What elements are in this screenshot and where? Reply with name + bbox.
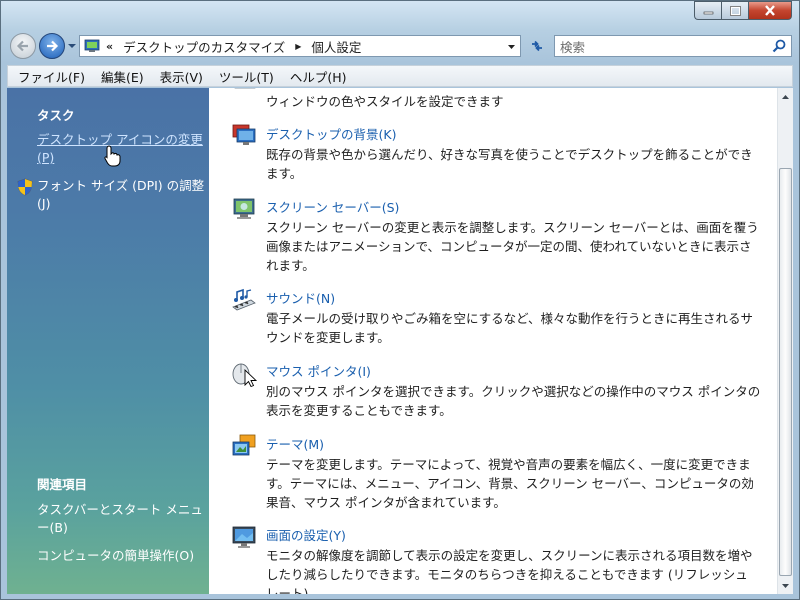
related-heading: 関連項目 (37, 477, 88, 492)
refresh-button[interactable] (525, 35, 549, 57)
scroll-up-arrow-icon (782, 94, 789, 99)
address-overflow-chevron[interactable]: « (106, 40, 113, 53)
menu-bar: ファイル(F) 編集(E) 表示(V) ツール(T) ヘルプ(H) (7, 65, 793, 87)
scroll-down-arrow-icon (782, 583, 789, 588)
taskbar-start-menu-link[interactable]: タスクバーとスタート メニュー(B) (37, 501, 205, 537)
search-placeholder: 検索 (560, 39, 586, 55)
vertical-scrollbar[interactable] (777, 88, 793, 594)
sound-icon[interactable] (231, 288, 257, 314)
mouse-pointer-description: 別のマウス ポインタを選択できます。クリックや選択などの操作中のマウス ポインタ… (266, 384, 761, 418)
desktop-background-icon[interactable] (231, 124, 257, 150)
close-button[interactable] (748, 1, 792, 20)
menu-help[interactable]: ヘルプ(H) (282, 67, 355, 86)
theme-link[interactable]: テーマ(M) (266, 434, 324, 453)
menu-edit[interactable]: 編集(E) (93, 67, 152, 86)
menu-file[interactable]: ファイル(F) (8, 67, 93, 86)
task-pane: タスク デスクトップ アイコンの変更 (P) フォント サイズ (DPI) の調… (7, 88, 209, 594)
screensaver-description: スクリーン セーバーの変更と表示を調整します。スクリーン セーバーとは、画面を覆… (266, 220, 759, 273)
maximize-button[interactable] (721, 1, 748, 20)
content-area: ウィンドウの色やスタイルを設定できます デスクトップの背景(K) 既存の背景や色… (209, 88, 777, 594)
forward-arrow-icon (47, 40, 59, 52)
breadcrumb-desktop-customization[interactable]: デスクトップのカスタマイズ (123, 37, 285, 56)
scroll-up-button[interactable] (778, 88, 793, 105)
caption-buttons (694, 1, 792, 20)
sound-link[interactable]: サウンド(N) (266, 288, 335, 307)
minimize-icon (703, 11, 713, 15)
minimize-button[interactable] (694, 1, 721, 20)
personalization-window: « デスクトップのカスタマイズ ▶ 個人設定 検索 ファイル(F) 編集(E) … (0, 0, 800, 600)
theme-icon[interactable] (231, 434, 257, 460)
tasks-heading: タスク (37, 108, 75, 123)
back-arrow-icon (16, 40, 28, 52)
close-icon (765, 5, 775, 16)
display-settings-icon[interactable] (231, 525, 257, 551)
window-color-description: ウィンドウの色やスタイルを設定できます (266, 94, 504, 109)
theme-description: テーマを変更します。テーマによって、視覚や音声の要素を幅広く、一度に変更できます… (266, 457, 754, 510)
adjust-font-size-dpi-link[interactable]: フォント サイズ (DPI) の調整 (J) (37, 177, 205, 213)
search-input[interactable]: 検索 (554, 35, 792, 57)
address-dropdown-icon[interactable] (507, 43, 516, 51)
screensaver-icon[interactable] (231, 197, 257, 223)
recent-pages-dropdown-icon[interactable] (67, 41, 77, 51)
menu-view[interactable]: 表示(V) (152, 67, 211, 86)
ease-of-access-link[interactable]: コンピュータの簡単操作(O) (37, 547, 205, 565)
shield-icon (17, 178, 33, 196)
display-settings-description: モニタの解像度を調節して表示の設定を変更し、スクリーンに表示される項目数を増やし… (266, 548, 753, 594)
display-settings-link[interactable]: 画面の設定(Y) (266, 525, 346, 544)
scrollbar-thumb[interactable] (779, 168, 792, 576)
address-bar[interactable]: « デスクトップのカスタマイズ ▶ 個人設定 (79, 35, 521, 57)
breadcrumb-personalization[interactable]: 個人設定 (311, 37, 361, 56)
desktop-background-description: 既存の背景や色から選んだり、好きな写真を使うことでデスクトップを飾ることができま… (266, 147, 753, 181)
forward-button[interactable] (39, 33, 65, 59)
hand-cursor-icon (104, 145, 121, 167)
mouse-pointer-icon[interactable] (231, 361, 257, 387)
maximize-icon (729, 5, 741, 16)
search-icon[interactable] (772, 39, 786, 53)
back-button[interactable] (10, 33, 36, 59)
sound-description: 電子メールの受け取りやごみ箱を空にするなど、様々な動作を行うときに再生されるサウ… (266, 311, 754, 345)
navigation-bar: « デスクトップのカスタマイズ ▶ 個人設定 検索 (1, 31, 799, 63)
screensaver-link[interactable]: スクリーン セーバー(S) (266, 197, 399, 216)
mouse-pointer-link[interactable]: マウス ポインタ(I) (266, 361, 371, 380)
scroll-down-button[interactable] (778, 577, 793, 594)
control-panel-icon (84, 39, 100, 52)
desktop-background-link[interactable]: デスクトップの背景(K) (266, 124, 396, 143)
menu-tools[interactable]: ツール(T) (211, 67, 282, 86)
window-color-icon (234, 88, 256, 89)
breadcrumb-separator-icon[interactable]: ▶ (295, 42, 301, 51)
refresh-icon (532, 40, 542, 52)
